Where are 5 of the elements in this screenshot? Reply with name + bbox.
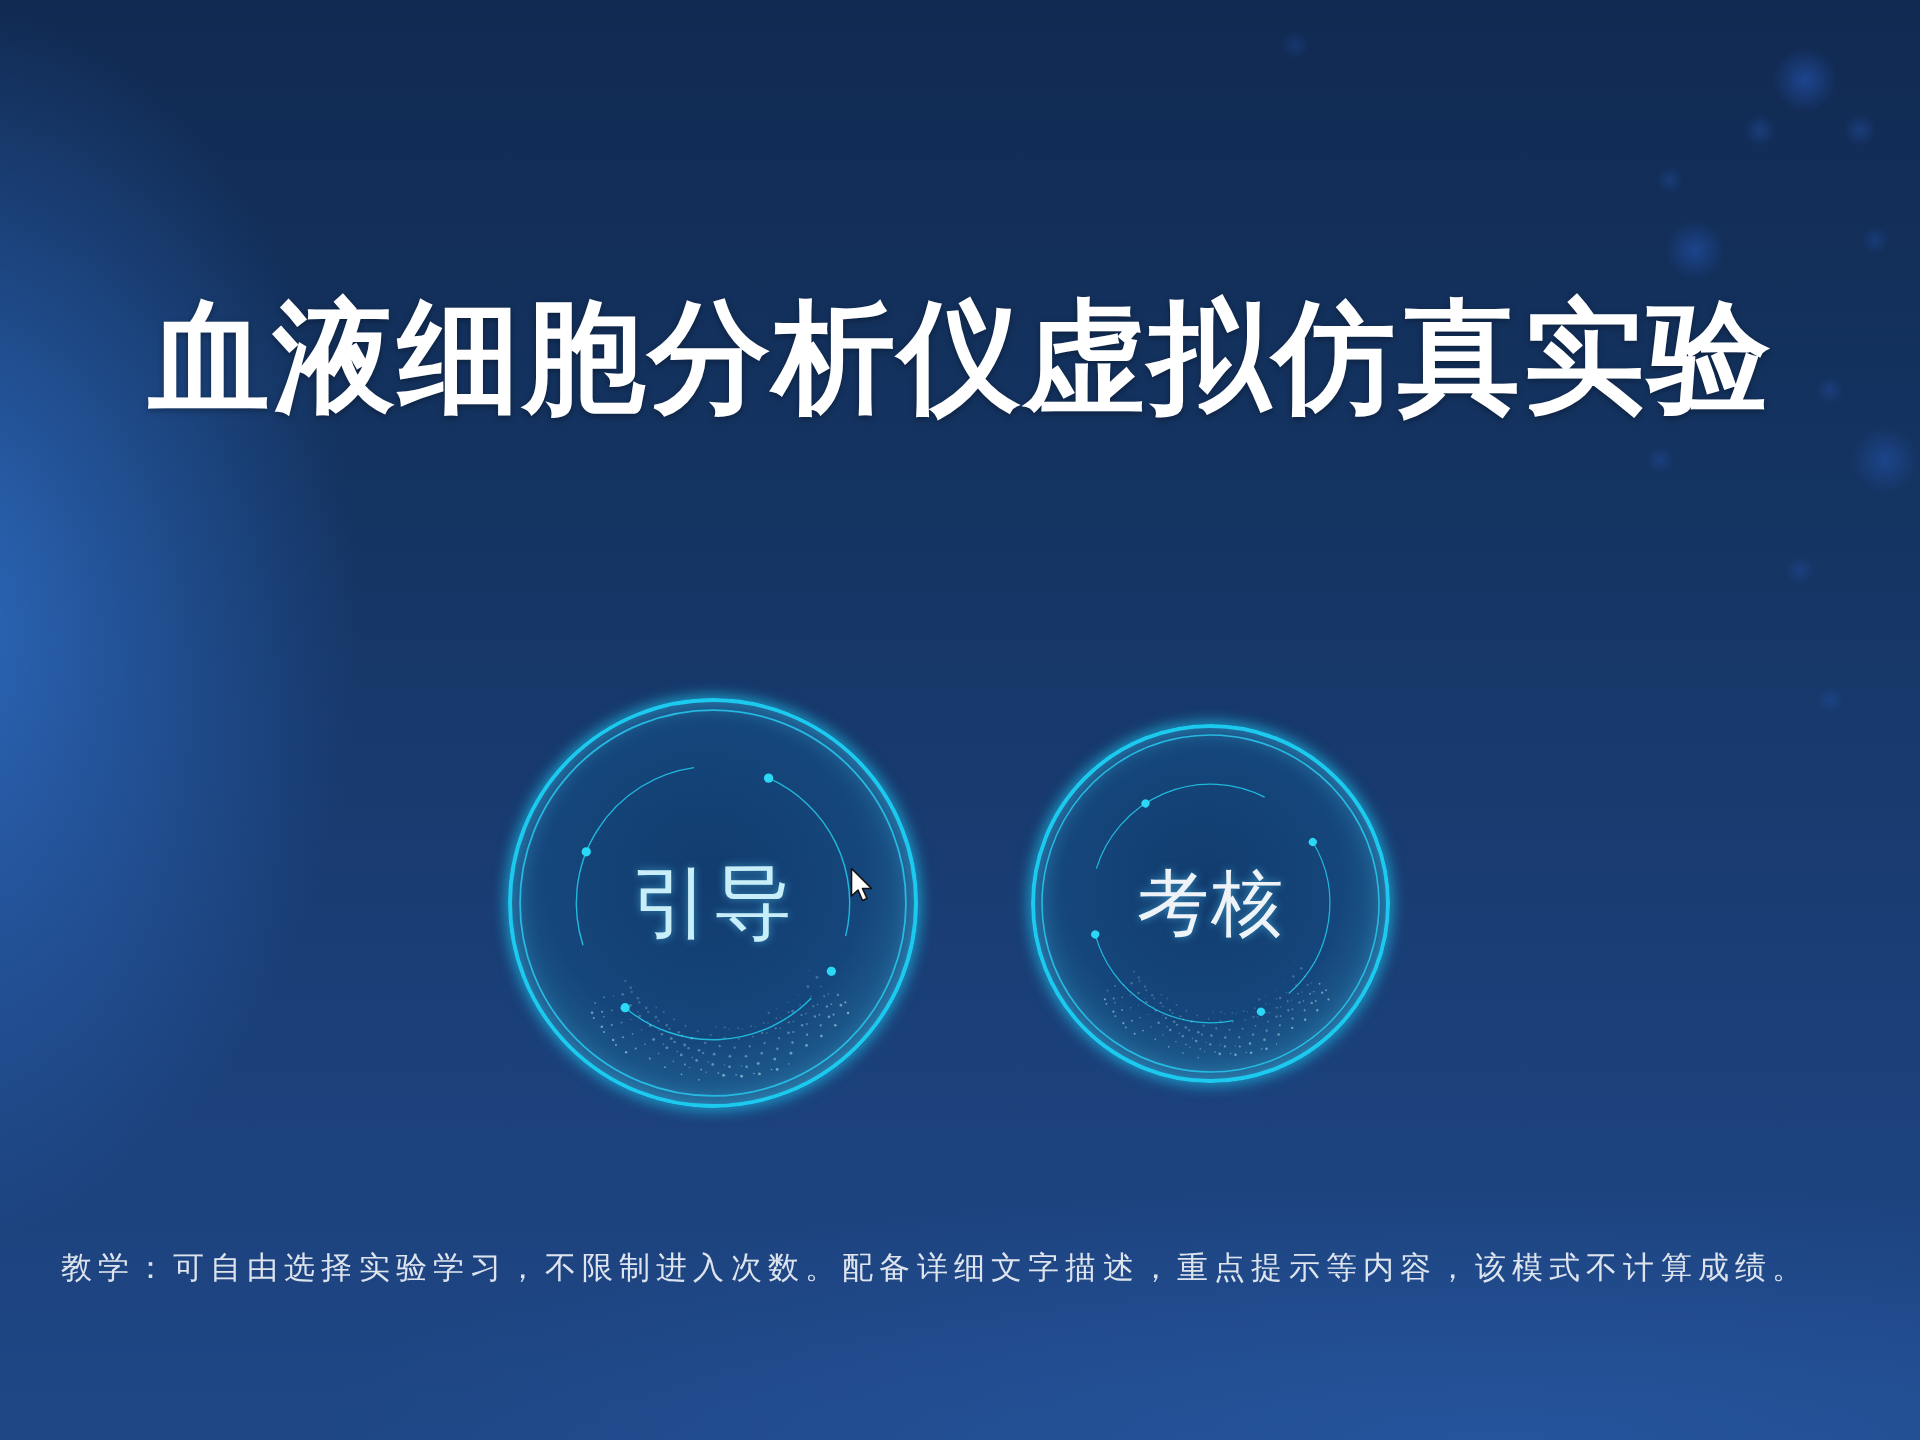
mouse-pointer-icon — [849, 867, 875, 904]
page-title: 血液细胞分析仪虚拟仿真实验 — [147, 285, 1773, 430]
mode-description: 教学：可自由选择实验学习，不限制进入次数。配备详细文字描述，重点提示等内容，该模式不计算成绩。 — [61, 1248, 1810, 1288]
mode-button[interactable]: 考核 — [1031, 723, 1390, 1083]
mode-button[interactable]: 引导 — [508, 698, 918, 1109]
